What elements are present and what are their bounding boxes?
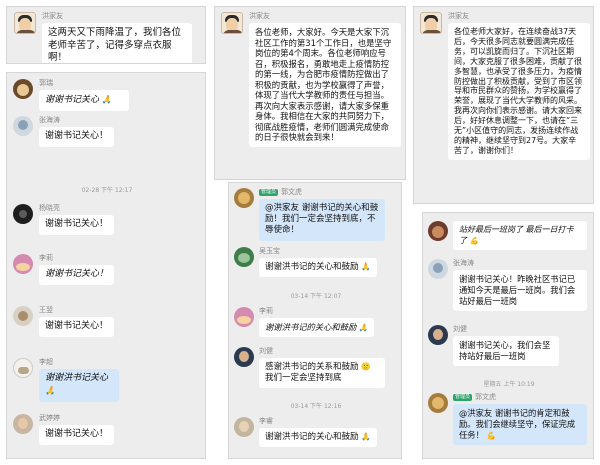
folded-hands-icon: 🙏 xyxy=(45,384,56,395)
message-bubble: 站好最后一班岗了 最后一日打卡了 💪 xyxy=(453,221,587,251)
flexed-biceps-icon: 💪 xyxy=(486,430,496,440)
sender-name: 郭瑞 xyxy=(39,79,53,87)
message-bubble: 谢谢书记关心！ xyxy=(39,265,115,285)
folded-hands-icon: 🙏 xyxy=(101,94,112,104)
message-card-day37: 洪家友 各位老师大家好，在连续奋战37天后，今天很多同志就要圆满完成任务，可以凯… xyxy=(413,6,594,204)
avatar[interactable] xyxy=(13,254,33,274)
admin-badge: 管理员 xyxy=(453,394,473,401)
message-bubble: 这两天又下雨降温了，我们各位老师辛苦了，记得多穿点衣服啊！ xyxy=(42,23,192,63)
avatar[interactable] xyxy=(234,347,254,367)
message-bubble: 谢谢洪书记关心 🙏 xyxy=(39,369,119,402)
avatar[interactable] xyxy=(13,204,33,224)
sender-name: 李睿 xyxy=(259,417,273,425)
sender-name: 杨晓亮 xyxy=(39,204,60,212)
sender-name: 管理员 郭文虎 xyxy=(453,393,497,401)
avatar[interactable] xyxy=(13,358,33,378)
sender-name: 张海涛 xyxy=(39,116,60,124)
chat-panel-left: 郭瑞 谢谢书记关心 🙏 张海涛 谢谢书记关心！ 02-28 下午 12:17 杨… xyxy=(6,72,206,459)
avatar[interactable] xyxy=(234,188,254,208)
message-bubble: @洪家友 谢谢书记的关心和鼓励！我们一定会坚持到底，不辱使命！ xyxy=(259,199,385,241)
flexed-biceps-icon: 💪 xyxy=(469,235,479,245)
avatar[interactable] xyxy=(428,221,448,241)
message-card-day31: 洪家友 各位老师，大家好。今天是大家下沉社区工作的第31个工作日，也是坚守岗位的… xyxy=(214,6,406,180)
chat-panel-middle: 管理员 郭文虎 @洪家友 谢谢书记的关心和鼓励！我们一定会坚持到底，不辱使命！ 吴… xyxy=(228,182,402,459)
avatar[interactable] xyxy=(234,247,254,267)
sender-name: 李莉 xyxy=(259,307,273,315)
message-bubble: 各位老师，大家好。今天是大家下沉社区工作的第31个工作日，也是坚守岗位的第4个周… xyxy=(249,23,401,147)
sender-name: 吴玉宝 xyxy=(259,247,280,255)
message-bubble: 谢谢书记关心！ xyxy=(39,425,115,445)
timestamp: 03-14 下午 12:07 xyxy=(290,293,342,300)
avatar[interactable] xyxy=(13,116,33,136)
message-bubble: 谢谢洪书记的关心和鼓励 🙏 xyxy=(259,428,377,448)
sender-name: 刘健 xyxy=(453,325,467,333)
smile-icon: 🙂 xyxy=(361,362,371,371)
message-bubble: 谢谢书记关心！ xyxy=(39,127,115,147)
timestamp: 02-28 下午 12:17 xyxy=(81,187,133,194)
message-bubble: 谢谢书记关心！ xyxy=(39,215,115,235)
sender-name: 洪家友 xyxy=(42,12,63,20)
sender-name: 洪家友 xyxy=(448,12,469,20)
avatar[interactable] xyxy=(420,12,442,34)
message-bubble: 谢谢书记关心，我们会坚持站好最后一班岗 xyxy=(453,336,559,366)
message-bubble: 谢谢洪书记的关心和鼓励 🙏 xyxy=(259,258,377,278)
avatar[interactable] xyxy=(428,325,448,345)
avatar[interactable] xyxy=(14,12,36,34)
sender-name: 武婷婷 xyxy=(39,414,60,422)
message-bubble: @洪家友 谢谢书记的肯定和鼓励。我们会继续坚守，保证完成任务！ 💪 xyxy=(453,404,587,445)
avatar[interactable] xyxy=(221,12,243,34)
message-bubble: 感谢洪书记的关系和鼓励 🙂 我们一定会坚持到底 xyxy=(259,358,385,389)
timestamp: 03-14 下午 12:16 xyxy=(290,403,342,410)
chat-panel-right: 站好最后一班岗了 最后一日打卡了 💪 张海涛 谢谢书记关心！昨晚社区书记已通知今… xyxy=(422,212,594,459)
sender-name: 洪家友 xyxy=(249,12,270,20)
message-bubble: 谢谢书记关心！昨晚社区书记已通知今天是最后一班岗。我们会站好最后一班岗 xyxy=(453,270,587,311)
avatar[interactable] xyxy=(428,393,448,413)
sender-name: 李莉 xyxy=(39,254,53,262)
timestamp: 星期五 上午 10:19 xyxy=(483,381,535,388)
avatar[interactable] xyxy=(13,414,33,434)
avatar[interactable] xyxy=(428,259,448,279)
avatar[interactable] xyxy=(13,79,33,99)
folded-hands-icon: 🙏 xyxy=(361,432,371,441)
message-bubble: 谢谢书记关心！ xyxy=(39,317,115,337)
avatar[interactable] xyxy=(234,417,254,437)
avatar[interactable] xyxy=(13,306,33,326)
sender-name: 管理员 郭文虎 xyxy=(259,188,303,196)
admin-badge: 管理员 xyxy=(259,189,279,196)
sender-name: 李超 xyxy=(39,358,53,366)
folded-hands-icon: 🙏 xyxy=(358,323,369,332)
message-card-rain: 洪家友 这两天又下雨降温了，我们各位老师辛苦了，记得多穿点衣服啊！ xyxy=(6,6,206,64)
avatar[interactable] xyxy=(234,307,254,327)
sender-name: 刘健 xyxy=(259,347,273,355)
folded-hands-icon: 🙏 xyxy=(361,262,371,271)
message-bubble: 谢谢书记关心 🙏 xyxy=(39,90,129,111)
message-bubble: 各位老师大家好，在连续奋战37天后，今天很多同志就要圆满完成任务，可以凯旋而归了… xyxy=(448,23,590,160)
sender-name: 张海涛 xyxy=(453,259,474,267)
sender-name: 王翌 xyxy=(39,306,53,314)
message-bubble: 谢谢洪书记的关心和鼓励 🙏 xyxy=(259,318,375,337)
